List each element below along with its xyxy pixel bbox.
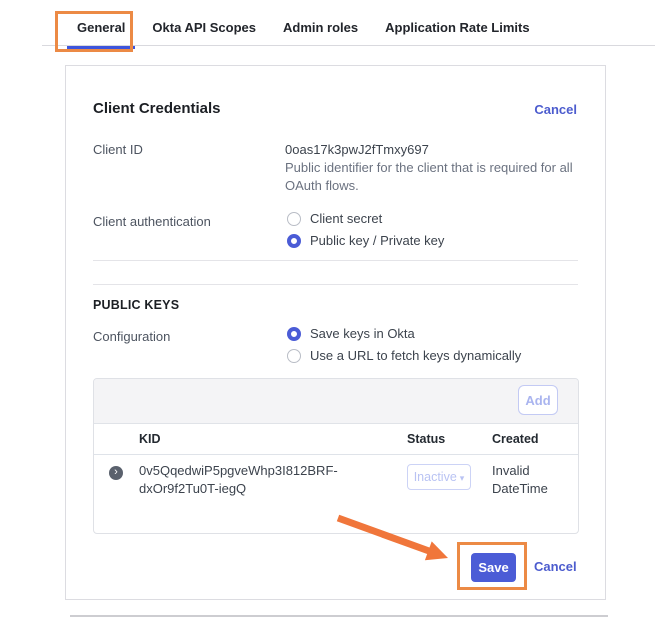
radio-label: Public key / Private key: [310, 233, 444, 248]
tab-admin-roles[interactable]: Admin roles: [273, 12, 368, 46]
chevron-right-circle-icon[interactable]: ›: [109, 466, 123, 480]
bottom-divider: [70, 615, 608, 617]
table-toolbar: Add: [94, 379, 578, 424]
tab-general[interactable]: General: [67, 12, 135, 49]
radio-selected-icon[interactable]: [287, 234, 301, 248]
radio-option-public-private-key[interactable]: Public key / Private key: [287, 233, 444, 248]
radio-label: Client secret: [310, 211, 382, 226]
configuration-options: Save keys in Okta Use a URL to fetch key…: [287, 326, 521, 370]
client-id-value: 0oas17k3pwJ2fTmxy697: [285, 142, 429, 157]
column-header-created: Created: [490, 432, 578, 446]
tabs-container: General Okta API Scopes Admin roles Appl…: [67, 12, 547, 49]
radio-option-client-secret[interactable]: Client secret: [287, 211, 444, 226]
public-keys-table: Add KID Status Created › 0v5QqedwiP5pgve…: [93, 378, 579, 534]
section-divider: [93, 284, 578, 285]
radio-unselected-icon[interactable]: [287, 349, 301, 363]
radio-label: Use a URL to fetch keys dynamically: [310, 348, 521, 363]
radio-option-url-fetch-keys[interactable]: Use a URL to fetch keys dynamically: [287, 348, 521, 363]
save-button[interactable]: Save: [471, 553, 516, 582]
table-header-row: KID Status Created: [94, 424, 578, 455]
client-authentication-options: Client secret Public key / Private key: [287, 211, 444, 255]
radio-selected-icon[interactable]: [287, 327, 301, 341]
configuration-label: Configuration: [93, 329, 170, 344]
public-keys-title: PUBLIC KEYS: [93, 298, 179, 312]
add-key-button[interactable]: Add: [518, 385, 558, 415]
column-header-kid: KID: [139, 432, 407, 446]
created-value: Invalid DateTime: [490, 462, 554, 498]
footer-cancel-link[interactable]: Cancel: [534, 559, 577, 574]
radio-unselected-icon[interactable]: [287, 212, 301, 226]
tab-okta-api-scopes[interactable]: Okta API Scopes: [142, 12, 266, 46]
status-dropdown-label: Inactive: [414, 470, 457, 484]
client-id-label: Client ID: [93, 142, 143, 157]
tab-bar: General Okta API Scopes Admin roles Appl…: [0, 0, 655, 46]
client-credentials-title: Client Credentials: [93, 100, 221, 117]
settings-card: Client Credentials Cancel Client ID 0oas…: [65, 65, 606, 600]
table-row: › 0v5QqedwiP5pgveWhp3I812BRF-dxOr9f2Tu0T…: [94, 455, 578, 498]
column-header-status: Status: [407, 432, 490, 446]
radio-option-save-keys-in-okta[interactable]: Save keys in Okta: [287, 326, 521, 341]
radio-label: Save keys in Okta: [310, 326, 415, 341]
section-divider: [93, 260, 578, 261]
status-dropdown[interactable]: Inactive▾: [407, 464, 471, 490]
client-authentication-label: Client authentication: [93, 214, 211, 229]
client-credentials-cancel-link[interactable]: Cancel: [534, 102, 577, 117]
kid-value: 0v5QqedwiP5pgveWhp3I812BRF-dxOr9f2Tu0T-i…: [139, 462, 354, 498]
caret-down-icon: ▾: [460, 473, 465, 483]
client-id-help-text: Public identifier for the client that is…: [285, 159, 577, 195]
tab-application-rate-limits[interactable]: Application Rate Limits: [375, 12, 539, 46]
